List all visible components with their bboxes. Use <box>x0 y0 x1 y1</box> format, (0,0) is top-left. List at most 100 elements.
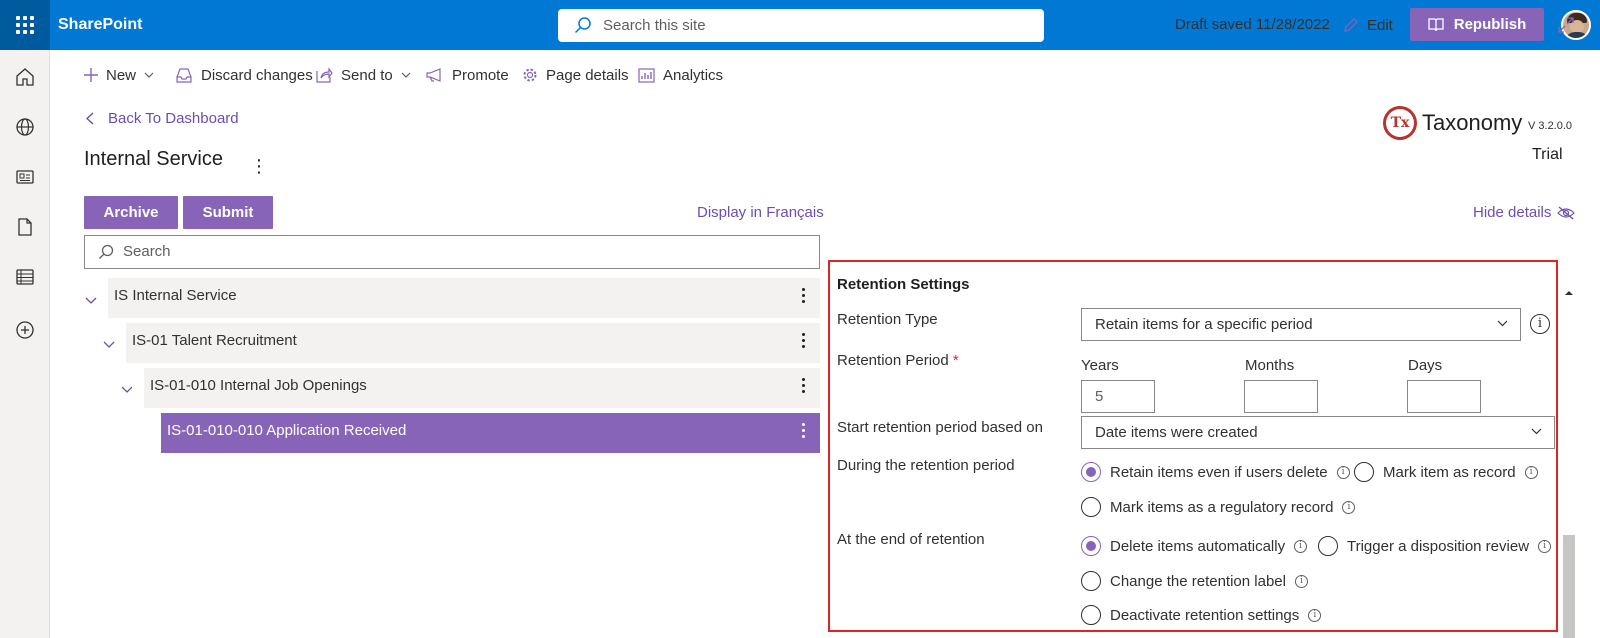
discard-icon <box>176 68 192 83</box>
site-search-input[interactable]: Search this site <box>558 9 1044 42</box>
tree-search-input[interactable]: Search <box>84 235 820 269</box>
lists-icon[interactable] <box>14 266 36 288</box>
app-launcher-button[interactable] <box>0 0 50 50</box>
tree-item-label: IS Internal Service <box>114 287 237 304</box>
tree-item-selected[interactable]: IS-01-010-010 Application Received <box>161 413 820 453</box>
years-label: Years <box>1081 357 1119 374</box>
command-bar: New Discard changes Send to Promote Page… <box>50 50 1600 100</box>
analytics-button[interactable]: Analytics <box>638 50 723 100</box>
tree-item[interactable]: IS-01-010 Internal Job Openings <box>144 368 820 408</box>
tree-search-placeholder: Search <box>123 243 171 260</box>
more-options-icon[interactable] <box>802 423 806 441</box>
collapse-chevron-icon[interactable] <box>121 386 133 394</box>
chevron-down-icon <box>144 72 154 78</box>
info-icon[interactable]: i <box>1336 465 1350 479</box>
info-icon[interactable]: i <box>1308 608 1322 622</box>
more-options-icon[interactable] <box>802 333 806 351</box>
plus-icon <box>84 68 98 82</box>
hide-details-label: Hide details <box>1473 204 1552 221</box>
retention-type-label: Retention Type <box>837 311 938 328</box>
days-input[interactable] <box>1407 380 1481 413</box>
scroll-up-arrow-icon[interactable] <box>1562 288 1576 298</box>
analytics-chart-icon <box>638 67 655 83</box>
hide-details-link[interactable]: Hide details <box>1473 204 1576 221</box>
collapse-chevron-icon[interactable] <box>85 297 97 305</box>
radio-retain-even-if-deleted[interactable]: Retain items even if users delete i <box>1081 462 1350 482</box>
news-icon[interactable] <box>14 166 36 188</box>
retention-type-dropdown[interactable]: Retain items for a specific period <box>1081 308 1521 341</box>
promote-button[interactable]: Promote <box>426 50 509 100</box>
send-to-button[interactable]: Send to <box>316 50 411 100</box>
page-details-label: Page details <box>546 66 629 84</box>
waffle-icon <box>16 16 34 34</box>
years-input[interactable]: 5 <box>1081 380 1155 413</box>
info-icon[interactable]: i <box>1294 574 1308 588</box>
chevron-left-icon <box>86 112 94 125</box>
radio-selected-indicator <box>1081 536 1101 556</box>
tree-item[interactable]: IS Internal Service <box>108 278 820 318</box>
analytics-label: Analytics <box>663 66 724 84</box>
brand-version: V 3.2.0.0 <box>1528 120 1573 132</box>
months-label: Months <box>1245 357 1295 374</box>
republish-button[interactable]: Republish <box>1410 8 1544 41</box>
radio-change-retention-label[interactable]: Change the retention label i <box>1081 571 1308 591</box>
radio-delete-automatically[interactable]: Delete items automatically i <box>1081 536 1308 556</box>
radio-mark-as-regulatory-record[interactable]: Mark items as a regulatory record i <box>1081 497 1356 517</box>
submit-button[interactable]: Submit <box>183 196 273 229</box>
info-icon[interactable]: i <box>1342 500 1356 514</box>
tree-item-label: IS-01 Talent Recruitment <box>132 332 297 349</box>
tree-item-label: IS-01-010 Internal Job Openings <box>150 377 367 394</box>
document-icon[interactable] <box>14 216 36 238</box>
scrollbar-thumb[interactable] <box>1563 535 1575 638</box>
discard-label: Discard changes <box>201 66 313 84</box>
page-title: Internal Service <box>84 148 223 170</box>
app-bar <box>0 50 50 638</box>
info-icon[interactable]: i <box>1294 539 1308 553</box>
section-heading: Retention Settings <box>837 276 970 293</box>
tree-item[interactable]: IS-01 Talent Recruitment <box>126 323 820 363</box>
edit-button[interactable]: Edit <box>1343 0 1393 50</box>
radio-deactivate-retention-settings[interactable]: Deactivate retention settings i <box>1081 605 1322 625</box>
chevron-down-icon <box>1497 320 1508 327</box>
gear-icon <box>523 68 537 82</box>
discard-changes-button[interactable]: Discard changes <box>175 50 313 100</box>
page-more-options-icon[interactable]: ⋮ <box>250 156 268 177</box>
retention-period-label: Retention Period * <box>837 352 959 369</box>
search-icon <box>99 244 114 259</box>
required-asterisk: * <box>952 352 959 369</box>
months-input[interactable] <box>1244 380 1318 413</box>
edit-label: Edit <box>1367 16 1393 34</box>
info-icon[interactable]: i <box>1538 539 1552 553</box>
more-options-icon[interactable] <box>802 288 806 306</box>
chevron-down-icon <box>1531 428 1542 435</box>
back-to-dashboard-link[interactable]: Back To Dashboard <box>86 110 239 127</box>
new-button[interactable]: New <box>84 50 154 100</box>
info-icon[interactable]: i <box>1530 314 1550 334</box>
expand-icon[interactable] <box>1558 17 1574 33</box>
globe-icon[interactable] <box>14 116 36 138</box>
info-icon[interactable]: i <box>1524 465 1538 479</box>
pencil-icon <box>1344 18 1358 32</box>
draft-status: Draft saved 11/28/2022 <box>1175 16 1330 33</box>
start-period-dropdown[interactable]: Date items were created <box>1081 416 1555 449</box>
home-icon[interactable] <box>14 66 36 88</box>
days-label: Days <box>1408 357 1443 374</box>
archive-button[interactable]: Archive <box>84 196 178 229</box>
app-name[interactable]: SharePoint <box>58 0 142 50</box>
eye-off-icon <box>1557 206 1576 219</box>
radio-indicator <box>1081 497 1101 517</box>
radio-mark-as-record[interactable]: Mark item as record i <box>1354 462 1538 482</box>
back-label: Back To Dashboard <box>108 110 239 127</box>
search-icon <box>574 17 591 34</box>
share-icon <box>316 67 333 83</box>
display-language-link[interactable]: Display in Français <box>697 204 824 221</box>
collapse-chevron-icon[interactable] <box>103 341 115 349</box>
radio-trigger-disposition-review[interactable]: Trigger a disposition review i <box>1318 536 1552 556</box>
create-add-icon[interactable] <box>14 319 36 341</box>
book-icon <box>1428 17 1444 31</box>
brand-name: Taxonomy <box>1422 110 1523 135</box>
republish-label: Republish <box>1453 16 1527 33</box>
more-options-icon[interactable] <box>802 378 806 396</box>
page-details-button[interactable]: Page details <box>522 50 629 100</box>
start-period-label: Start retention period based on <box>837 419 1043 436</box>
